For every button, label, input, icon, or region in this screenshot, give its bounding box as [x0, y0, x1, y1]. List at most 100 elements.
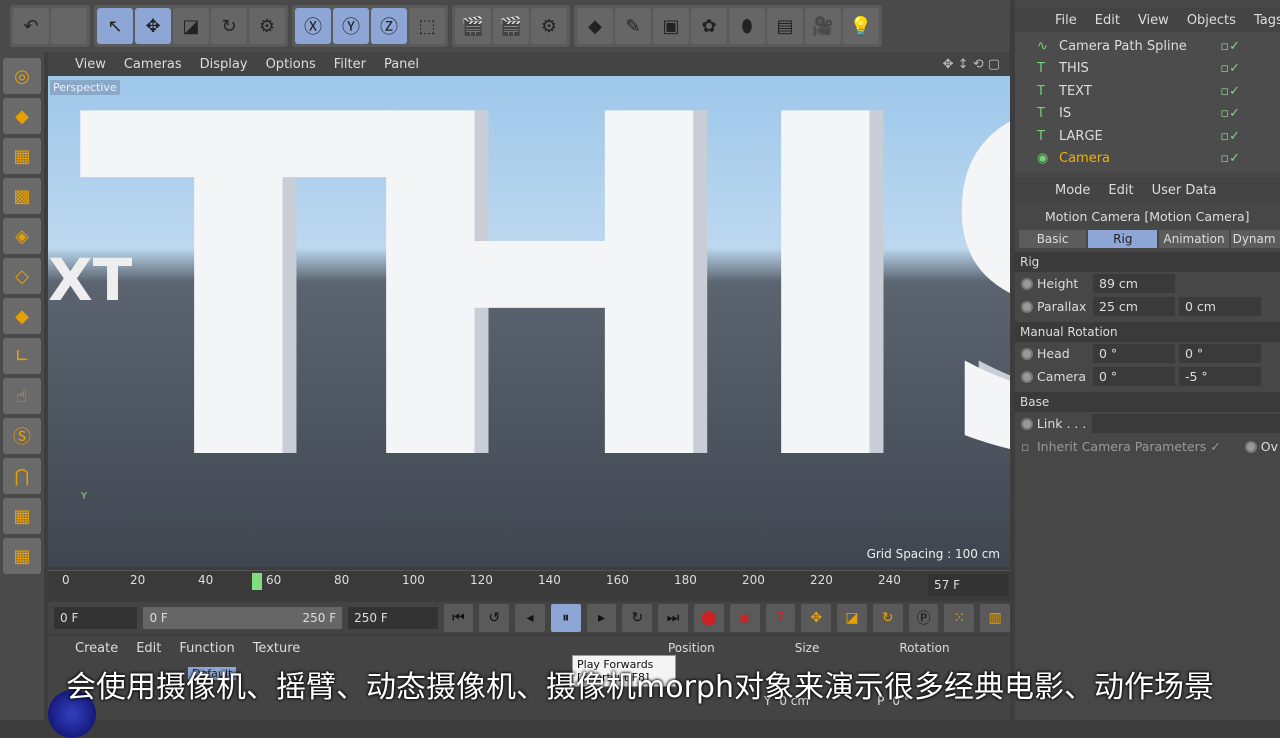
- menu-options[interactable]: Options: [266, 57, 316, 72]
- autokey-icon[interactable]: ◉: [729, 604, 760, 632]
- menu-view[interactable]: View: [75, 57, 106, 72]
- z-axis-icon[interactable]: Ⓩ: [371, 8, 407, 44]
- menu-panel[interactable]: Panel: [384, 57, 419, 72]
- previous-key-icon[interactable]: ↺: [479, 604, 510, 632]
- recent-tool-icon[interactable]: ⚙: [249, 8, 285, 44]
- next-key-icon[interactable]: ↻: [622, 604, 653, 632]
- object-row[interactable]: T IS ▫✓: [1015, 103, 1280, 126]
- om-menu-edit[interactable]: Edit: [1095, 13, 1120, 28]
- visibility-toggle-icon[interactable]: ▫✓: [1220, 129, 1240, 144]
- select-tool-icon[interactable]: ↖: [97, 8, 133, 44]
- visibility-toggle-icon[interactable]: ▫✓: [1220, 151, 1240, 166]
- go-to-end-icon[interactable]: ⏭: [658, 604, 688, 632]
- inherit-checkbox[interactable]: ▫: [1021, 439, 1033, 454]
- subdivision-icon[interactable]: ▣: [653, 8, 689, 44]
- material-menu-edit[interactable]: Edit: [136, 641, 161, 656]
- am-menu-edit[interactable]: Edit: [1108, 183, 1133, 198]
- cube-icon[interactable]: ◆: [577, 8, 613, 44]
- key-scale-icon[interactable]: ◪: [837, 604, 867, 632]
- end-frame-field[interactable]: 250 F: [348, 607, 438, 629]
- tab-dynamics[interactable]: Dynam: [1230, 230, 1280, 248]
- key-rotation-icon[interactable]: ↻: [872, 604, 903, 632]
- tab-rig[interactable]: Rig: [1088, 230, 1158, 248]
- height-field[interactable]: 89 cm: [1093, 274, 1175, 293]
- magnet-icon[interactable]: ⋂: [3, 458, 41, 494]
- redo-icon[interactable]: [51, 8, 87, 44]
- visibility-toggle-icon[interactable]: ▫✓: [1220, 84, 1240, 99]
- key-position-icon[interactable]: ✥: [801, 604, 832, 632]
- timeline-window-icon[interactable]: ▥: [980, 604, 1011, 632]
- visibility-toggle-icon[interactable]: ▫✓: [1220, 39, 1240, 54]
- material-menu-texture[interactable]: Texture: [253, 641, 301, 656]
- viewport[interactable]: Perspective XT T H I S Y Grid Spacing : …: [48, 76, 1010, 567]
- playhead[interactable]: [251, 573, 262, 590]
- am-menu-mode[interactable]: Mode: [1055, 183, 1090, 198]
- model-mode-icon[interactable]: ◆: [3, 98, 41, 134]
- om-menu-objects[interactable]: Objects: [1187, 13, 1236, 28]
- head-field-1[interactable]: 0 °: [1093, 344, 1175, 363]
- workplane-lock-icon[interactable]: ▦: [3, 498, 41, 534]
- scale-tool-icon[interactable]: ◪: [173, 8, 209, 44]
- parallax-anim-dot[interactable]: [1021, 300, 1033, 313]
- om-menu-tags[interactable]: Tags: [1254, 13, 1280, 28]
- object-row[interactable]: T LARGE ▫✓: [1015, 125, 1280, 148]
- visibility-toggle-icon[interactable]: ▫✓: [1220, 61, 1240, 76]
- parallax-field-2[interactable]: 0 cm: [1179, 297, 1261, 316]
- om-menu-view[interactable]: View: [1138, 13, 1169, 28]
- link-field[interactable]: [1092, 414, 1280, 433]
- object-row[interactable]: T TEXT ▫✓: [1015, 80, 1280, 103]
- start-frame-field[interactable]: 0 F: [54, 607, 138, 629]
- head-anim-dot[interactable]: [1021, 347, 1033, 360]
- pen-spline-icon[interactable]: ✎: [615, 8, 651, 44]
- floor-icon[interactable]: ▤: [767, 8, 803, 44]
- tab-animation[interactable]: Animation: [1159, 230, 1229, 248]
- am-menu-user-data[interactable]: User Data: [1152, 183, 1217, 198]
- axis-mode-icon[interactable]: ∟: [3, 338, 41, 374]
- object-row[interactable]: T THIS ▫✓: [1015, 58, 1280, 81]
- points-mode-icon[interactable]: ◈: [3, 218, 41, 254]
- link-anim-dot[interactable]: [1021, 417, 1033, 430]
- viewport-nav-icons[interactable]: ✥ ↕ ⟲ ▢: [943, 57, 1000, 72]
- camera-field-2[interactable]: -5 °: [1179, 367, 1261, 386]
- x-axis-icon[interactable]: Ⓧ: [295, 8, 331, 44]
- object-row[interactable]: ◉ Camera ▫✓: [1015, 148, 1280, 171]
- material-menu-function[interactable]: Function: [179, 641, 234, 656]
- camera-anim-dot[interactable]: [1021, 370, 1033, 383]
- play-pause-button[interactable]: ⏸: [550, 604, 581, 632]
- tab-basic[interactable]: Basic: [1019, 230, 1087, 248]
- timeline-ruler[interactable]: 0 20 40 60 80 100 120 140 160 180 200 220 240 57 F: [48, 570, 1010, 600]
- render-settings-icon[interactable]: ⚙: [531, 8, 567, 44]
- menu-display[interactable]: Display: [200, 57, 248, 72]
- material-menu-create[interactable]: Create: [75, 641, 118, 656]
- visibility-toggle-icon[interactable]: ▫✓: [1220, 106, 1240, 121]
- y-axis-icon[interactable]: Ⓨ: [333, 8, 369, 44]
- menu-filter[interactable]: Filter: [334, 57, 366, 72]
- parallax-field-1[interactable]: 25 cm: [1093, 297, 1175, 316]
- light-icon[interactable]: 💡: [843, 8, 879, 44]
- move-tool-icon[interactable]: ✥: [135, 8, 171, 44]
- head-field-2[interactable]: 0 °: [1179, 344, 1261, 363]
- key-pla-icon[interactable]: ⁙: [944, 604, 975, 632]
- override-radio[interactable]: [1244, 440, 1257, 453]
- render-picture-viewer-icon[interactable]: 🎬: [493, 8, 529, 44]
- record-keys-icon[interactable]: ⬤: [693, 604, 724, 632]
- height-anim-dot[interactable]: [1021, 277, 1033, 290]
- go-to-start-icon[interactable]: ⏮: [443, 604, 474, 632]
- coordinate-system-icon[interactable]: ⬚: [409, 8, 445, 44]
- tweak-mode-icon[interactable]: ☝: [3, 378, 41, 414]
- undo-icon[interactable]: ↶: [13, 8, 49, 44]
- camera-icon[interactable]: 🎥: [805, 8, 841, 44]
- make-editable-icon[interactable]: ◎: [3, 58, 41, 94]
- workplane-icon[interactable]: ▩: [3, 178, 41, 214]
- key-parameter-icon[interactable]: Ⓟ: [908, 604, 939, 632]
- workplane-snap-icon[interactable]: ▦: [3, 538, 41, 574]
- next-frame-icon[interactable]: ▸: [586, 604, 617, 632]
- edges-mode-icon[interactable]: ◇: [3, 258, 41, 294]
- polygons-mode-icon[interactable]: ◆: [3, 298, 41, 334]
- rotate-tool-icon[interactable]: ↻: [211, 8, 247, 44]
- previous-frame-icon[interactable]: ◂: [515, 604, 545, 632]
- camera-field-1[interactable]: 0 °: [1093, 367, 1175, 386]
- deformer-icon[interactable]: ⬮: [729, 8, 765, 44]
- frame-range-slider[interactable]: 0 F 250 F: [143, 607, 343, 629]
- texture-mode-icon[interactable]: ▦: [3, 138, 41, 174]
